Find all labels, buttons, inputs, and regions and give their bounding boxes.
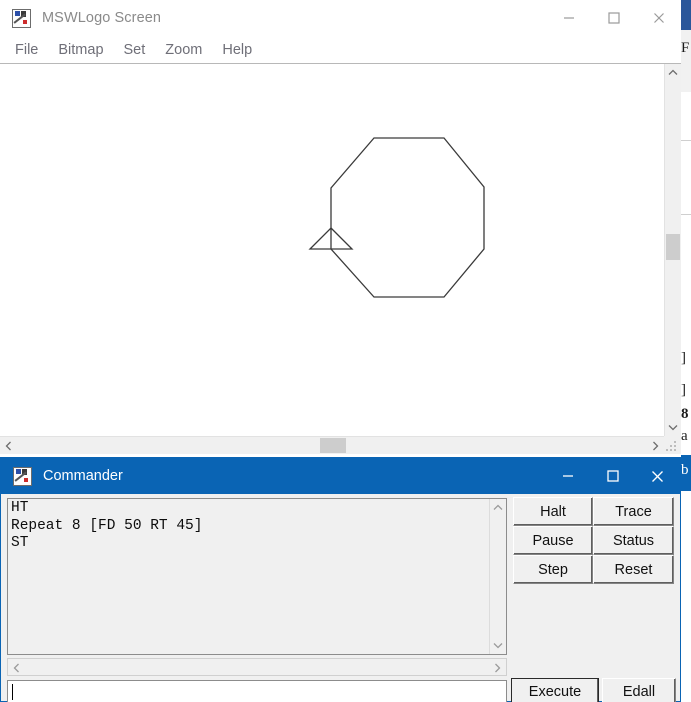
status-button[interactable]: Status bbox=[593, 526, 674, 555]
turtle-graphics-canvas[interactable] bbox=[0, 64, 664, 436]
menu-item-zoom[interactable]: Zoom bbox=[156, 39, 211, 61]
history-horizontal-scrollbar[interactable] bbox=[7, 658, 507, 676]
turtle-drawing bbox=[0, 64, 664, 436]
pause-button[interactable]: Pause bbox=[513, 526, 593, 555]
maximize-icon[interactable] bbox=[591, 0, 636, 36]
mswlogo-app-icon bbox=[12, 9, 31, 28]
trace-button[interactable]: Trace bbox=[593, 497, 674, 526]
background-fragment-5: b bbox=[681, 462, 691, 479]
step-button[interactable]: Step bbox=[513, 555, 593, 584]
commander-window-title: Commander bbox=[43, 468, 123, 484]
screen-menubar: File Bitmap Set Zoom Help bbox=[0, 36, 681, 63]
screen-vertical-scrollbar[interactable] bbox=[664, 64, 681, 436]
minimize-icon[interactable] bbox=[545, 458, 590, 494]
close-icon[interactable] bbox=[636, 0, 681, 36]
commander-window[interactable]: Commander HT Repeat 8 [FD 50 RT 45] ST bbox=[0, 457, 681, 702]
chevron-left-icon[interactable] bbox=[8, 659, 25, 676]
command-history-panel[interactable]: HT Repeat 8 [FD 50 RT 45] ST bbox=[7, 498, 507, 655]
reset-button[interactable]: Reset bbox=[593, 555, 674, 584]
chevron-right-icon[interactable] bbox=[489, 659, 506, 676]
close-icon[interactable] bbox=[635, 458, 680, 494]
screen-window-title: MSWLogo Screen bbox=[42, 10, 161, 26]
commander-body: HT Repeat 8 [FD 50 RT 45] ST bbox=[1, 494, 680, 701]
screen-vertical-scroll-thumb[interactable] bbox=[666, 234, 680, 260]
halt-button[interactable]: Halt bbox=[513, 497, 593, 526]
background-window[interactable]: F ] ] 8 a b bbox=[681, 0, 691, 702]
screen-titlebar[interactable]: MSWLogo Screen bbox=[0, 0, 681, 36]
screen-horizontal-scroll-thumb[interactable] bbox=[320, 438, 346, 453]
screenshot-root: F ] ] 8 a b MSWLogo Screen bbox=[0, 0, 691, 702]
commander-window-controls bbox=[545, 458, 680, 494]
chevron-up-icon[interactable] bbox=[490, 499, 506, 516]
background-fragment-2: ] bbox=[681, 382, 691, 399]
commander-button-grid: Halt Trace Pause Status Step Reset bbox=[513, 497, 674, 588]
chevron-up-icon[interactable] bbox=[665, 64, 681, 81]
menu-item-help[interactable]: Help bbox=[213, 39, 261, 61]
screen-horizontal-scrollbar[interactable] bbox=[0, 436, 664, 454]
chevron-down-icon[interactable] bbox=[490, 637, 506, 654]
background-fragment-0: F bbox=[681, 40, 691, 57]
chevron-right-icon[interactable] bbox=[647, 437, 664, 454]
history-vertical-scrollbar[interactable] bbox=[489, 499, 506, 654]
minimize-icon[interactable] bbox=[546, 0, 591, 36]
background-divider-2 bbox=[681, 214, 691, 215]
background-divider-1 bbox=[681, 140, 691, 141]
resize-grip-icon[interactable] bbox=[664, 436, 681, 454]
commander-titlebar[interactable]: Commander bbox=[1, 458, 680, 494]
menu-item-bitmap[interactable]: Bitmap bbox=[49, 39, 112, 61]
menu-item-file[interactable]: File bbox=[6, 39, 47, 61]
chevron-down-icon[interactable] bbox=[665, 419, 681, 436]
menu-item-set[interactable]: Set bbox=[115, 39, 155, 61]
screen-window-controls bbox=[546, 0, 681, 36]
background-fragment-4: a bbox=[681, 428, 691, 445]
mswlogo-app-icon bbox=[13, 467, 32, 486]
edall-button[interactable]: Edall bbox=[602, 678, 676, 702]
execute-button[interactable]: Execute bbox=[511, 678, 599, 702]
background-window-titlebar bbox=[681, 0, 691, 30]
command-history-text: HT Repeat 8 [FD 50 RT 45] ST bbox=[11, 500, 488, 654]
background-fragment-3: 8 bbox=[681, 406, 691, 423]
text-caret bbox=[12, 684, 13, 700]
mswlogo-screen-window[interactable]: MSWLogo Screen File Bitmap Set Zoom Help bbox=[0, 0, 681, 457]
chevron-left-icon[interactable] bbox=[0, 437, 17, 454]
maximize-icon[interactable] bbox=[590, 458, 635, 494]
background-fragment-1: ] bbox=[681, 350, 691, 367]
commander-action-buttons: Execute Edall bbox=[511, 678, 676, 702]
octagon-path bbox=[331, 138, 484, 297]
command-input[interactable] bbox=[7, 680, 507, 702]
